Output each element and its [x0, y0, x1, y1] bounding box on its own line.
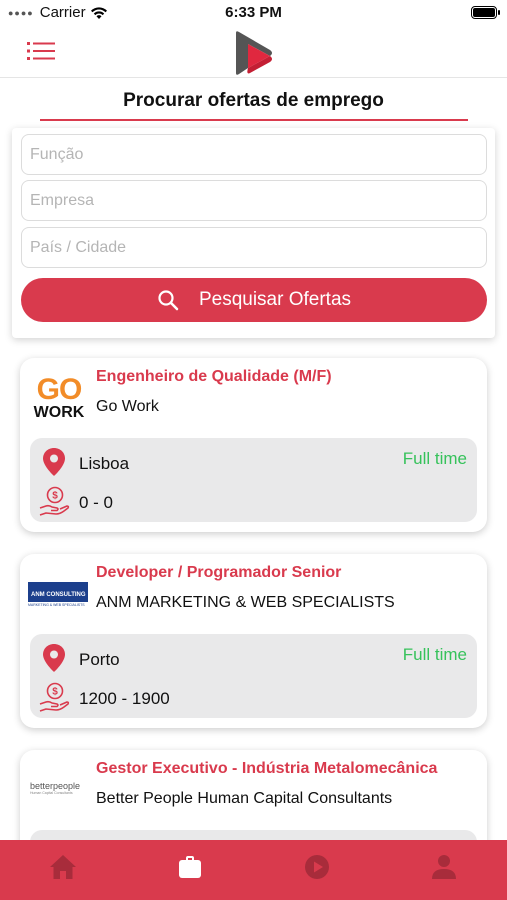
job-details: Lisboa Full time $ 0 - 0	[30, 438, 477, 522]
briefcase-icon	[179, 856, 202, 878]
search-button-label: Pesquisar Ofertas	[198, 289, 352, 310]
title-underline	[40, 119, 468, 121]
company-name: ANM MARKETING & WEB SPECIALISTS	[96, 594, 395, 611]
job-salary: 0 - 0	[79, 493, 114, 512]
company-logo: betterpeople Human Capital Consultants	[30, 778, 92, 798]
job-location: Lisboa	[79, 454, 130, 473]
salary-icon: $	[39, 682, 70, 712]
page-title: Procurar ofertas de emprego	[123, 90, 384, 111]
logo-text-top: GO	[36, 373, 83, 406]
logo-text-top: ANM CONSULTING	[31, 591, 86, 598]
job-title: Developer / Programador Senior	[96, 564, 342, 581]
status-bar: ●●●● Carrier 6:33 PM	[0, 0, 507, 26]
salary-icon: $	[39, 486, 70, 516]
logo-text-bottom: Human Capital Consultants	[30, 791, 73, 795]
app-bar	[0, 26, 507, 78]
search-icon	[158, 290, 179, 311]
home-icon	[50, 855, 77, 879]
play-circle-icon	[304, 855, 329, 879]
company-logo: ANM CONSULTING MARKETING & WEB SPECIALIS…	[28, 574, 90, 614]
job-type: Full time	[402, 449, 467, 468]
job-salary: 1200 - 1900	[79, 689, 170, 708]
company-logo: GO WORK	[30, 373, 88, 421]
location-input[interactable]	[21, 227, 487, 268]
logo-text-bottom: MARKETING & WEB SPECIALISTS	[28, 602, 85, 607]
job-location: Porto	[79, 650, 120, 669]
tab-bar	[0, 840, 507, 900]
search-card: Pesquisar Ofertas	[12, 128, 495, 338]
battery-icon	[471, 6, 500, 19]
job-title: Gestor Executivo - Indústria Metalomecân…	[96, 760, 438, 777]
job-type: Full time	[402, 645, 467, 664]
tab-profile[interactable]	[380, 840, 507, 900]
status-time: 6:33 PM	[225, 4, 282, 21]
company-input[interactable]	[21, 180, 487, 221]
tab-jobs[interactable]	[127, 840, 254, 900]
anm-logo-box: ANM CONSULTING	[28, 581, 88, 602]
logo-text-bottom: WORK	[33, 404, 85, 421]
job-title: Engenheiro de Qualidade (M/F)	[96, 368, 332, 385]
svg-text:$: $	[52, 491, 58, 502]
company-name: Better People Human Capital Consultants	[96, 790, 393, 807]
job-card[interactable]: ANM CONSULTING MARKETING & WEB SPECIALIS…	[20, 554, 487, 728]
search-button[interactable]: Pesquisar Ofertas	[21, 278, 487, 322]
role-input[interactable]	[21, 134, 487, 175]
job-details: Porto Full time $ 1200 - 1900	[30, 634, 477, 718]
tab-home[interactable]	[0, 840, 127, 900]
menu-icon[interactable]	[27, 40, 55, 62]
svg-text:$: $	[52, 687, 58, 698]
logo-text-top: betterpeople	[30, 781, 81, 791]
user-icon	[431, 855, 456, 879]
company-name: Go Work	[96, 398, 159, 415]
location-pin-icon	[43, 644, 65, 672]
job-card[interactable]: GO WORK Engenheiro de Qualidade (M/F) Go…	[20, 358, 487, 532]
location-pin-icon	[43, 448, 65, 476]
play-logo-icon	[236, 31, 272, 75]
tab-videos[interactable]	[254, 840, 381, 900]
